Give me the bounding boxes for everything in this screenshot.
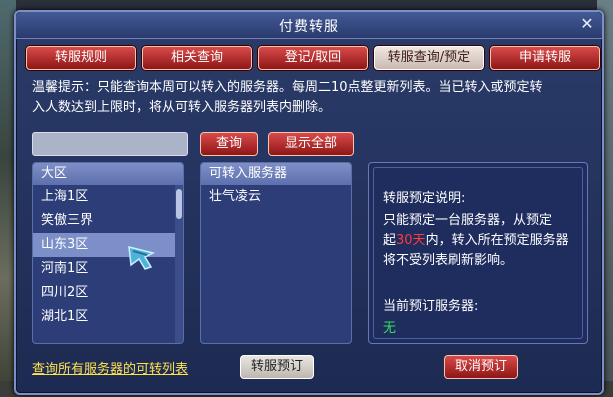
current-reservation-label: 当前预订服务器: (383, 299, 479, 314)
region-item[interactable]: 四川2区 (33, 281, 183, 305)
region-scrollbar[interactable] (175, 185, 183, 343)
region-item[interactable]: 湖北1区 (33, 305, 183, 329)
info-line-3: 将不受列表刷新影响。 (383, 253, 514, 268)
reserve-transfer-button[interactable]: 转服预订 (240, 355, 314, 379)
window-title: 付费转服 (279, 19, 339, 35)
show-all-button[interactable]: 显示全部 (268, 132, 354, 156)
info-line-2-start: 起 (383, 233, 397, 248)
all-servers-transfer-list-link[interactable]: 查询所有服务器的可转列表 (32, 358, 188, 377)
tab-related-query[interactable]: 相关查询 (142, 46, 252, 70)
info-line-2-end: 内，转入所在预定服务器 (425, 233, 569, 248)
cursor-icon (128, 246, 156, 270)
scroll-thumb[interactable] (176, 189, 182, 219)
notice-text: 温馨提示：只能查询本周可以转入的服务器。每周二10点整更新列表。当已转入或预定转… (32, 78, 592, 118)
server-list-header: 可转入服务器 (201, 163, 351, 185)
tab-apply-transfer[interactable]: 申请转服 (490, 46, 600, 70)
tab-register-retrieve[interactable]: 登记/取回 (258, 46, 368, 70)
info-title: 转服预定说明: (383, 191, 466, 206)
notice-line-2: 入人数达到上限时，将从可转入服务器列表内删除。 (32, 100, 332, 115)
cancel-reservation-button[interactable]: 取消预订 (444, 355, 518, 379)
info-line-1: 只能预定一台服务器，从预定 (383, 213, 553, 228)
server-list: 壮气凌云 (201, 185, 351, 209)
server-item[interactable]: 壮气凌云 (201, 185, 351, 209)
region-item-selected[interactable]: 山东3区 (33, 233, 183, 257)
title-bar[interactable]: 付费转服 ✕ (16, 12, 602, 39)
search-input[interactable] (32, 132, 188, 156)
tab-transfer-query-reserve[interactable]: 转服查询/预定 (374, 46, 484, 70)
info-line-2: 起30天内，转入所在预定服务器 (383, 231, 569, 251)
current-reservation-value: 无 (383, 321, 397, 336)
close-icon[interactable]: ✕ (578, 15, 596, 33)
query-button[interactable]: 查询 (200, 132, 258, 156)
notice-line-1: 温馨提示：只能查询本周可以转入的服务器。每周二10点整更新列表。当已转入或预定转 (32, 80, 543, 95)
tab-transfer-rules[interactable]: 转服规则 (26, 46, 136, 70)
region-item[interactable]: 河南1区 (33, 257, 183, 281)
region-list: 上海1区 笑傲三界 山东3区 河南1区 四川2区 湖北1区 (33, 185, 183, 329)
region-list-panel: 大区 上海1区 笑傲三界 山东3区 河南1区 四川2区 湖北1区 (32, 162, 184, 344)
reservation-info-panel: 转服预定说明: 只能预定一台服务器，从预定 起30天内，转入所在预定服务器 将不… (368, 162, 588, 344)
region-list-header: 大区 (33, 163, 183, 185)
region-item[interactable]: 笑傲三界 (33, 209, 183, 233)
server-list-panel: 可转入服务器 壮气凌云 (200, 162, 352, 344)
server-transfer-window: 付费转服 ✕ 转服规则 相关查询 登记/取回 转服查询/预定 申请转服 温馨提示… (14, 10, 604, 395)
info-days-highlight: 30天 (396, 233, 426, 248)
region-item[interactable]: 上海1区 (33, 185, 183, 209)
